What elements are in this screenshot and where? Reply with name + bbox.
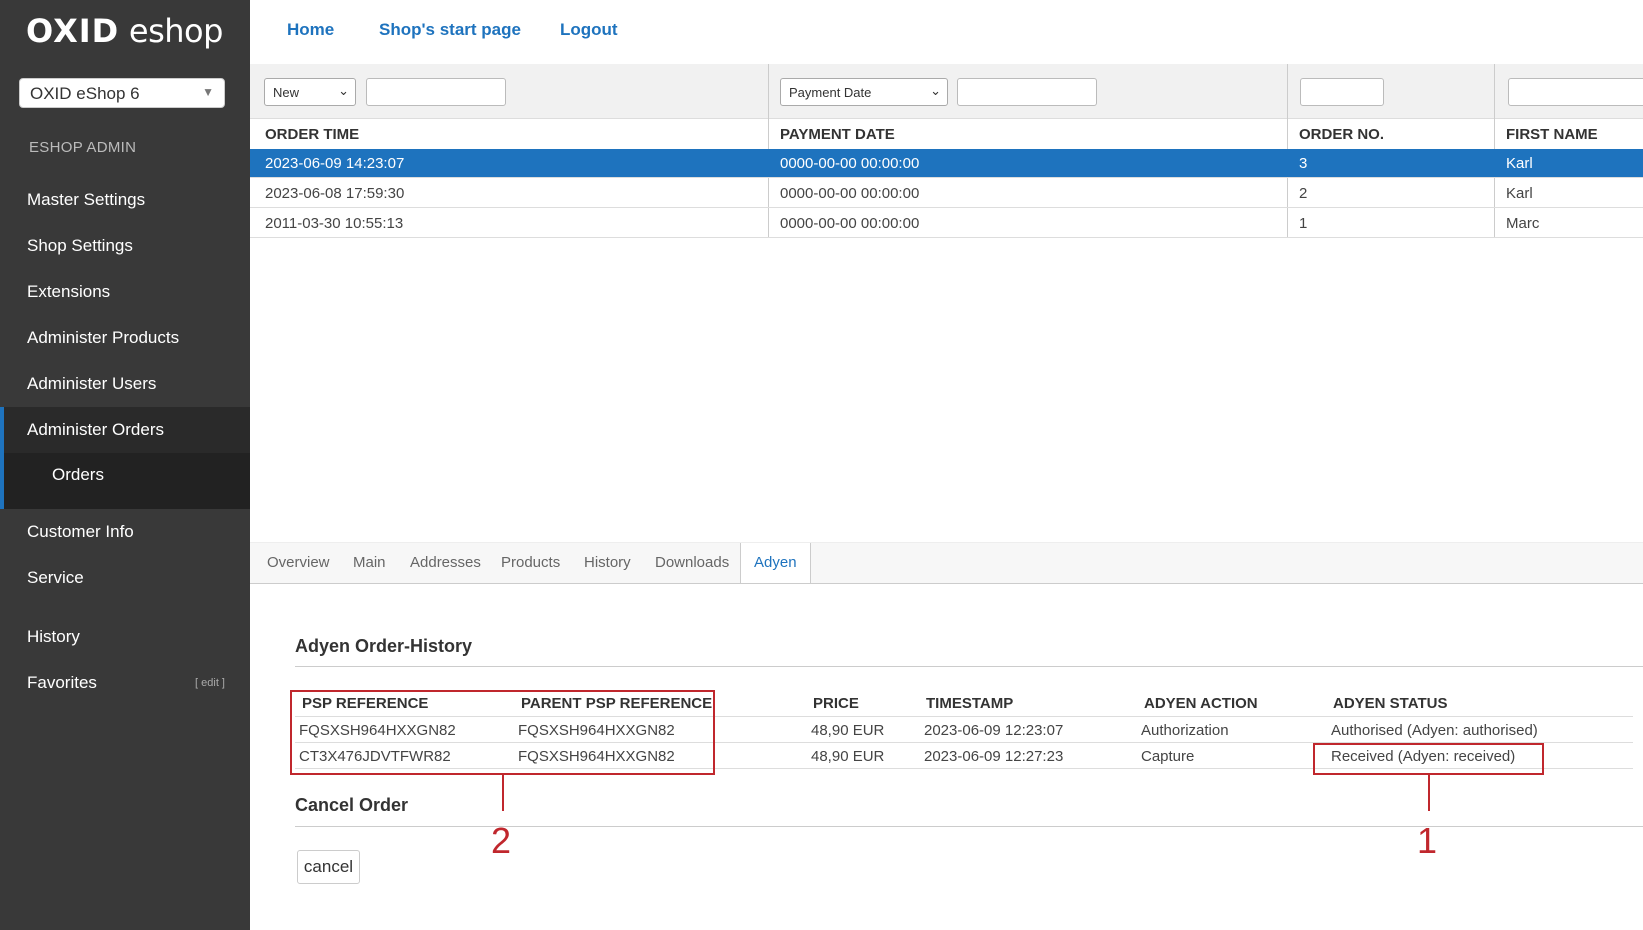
order-row[interactable]: 2011-03-30 10:55:13 0000-00-00 00:00:00 …	[250, 209, 1643, 238]
sidebar-subitem-orders[interactable]: Orders	[52, 465, 104, 485]
nav-shop-start-link[interactable]: Shop's start page	[379, 20, 521, 40]
order-time-cell: 2011-03-30 10:55:13	[265, 215, 404, 232]
cancel-button[interactable]: cancel	[297, 850, 360, 884]
favorites-edit-link[interactable]: [ edit ]	[195, 677, 225, 689]
payment-date-filter-input[interactable]	[957, 78, 1097, 106]
date-field-value: Payment Date	[789, 85, 872, 100]
order-row-selected[interactable]: 2023-06-09 14:23:07 0000-00-00 00:00:00 …	[250, 149, 1643, 178]
divider	[295, 666, 1643, 667]
adyen-status-cell: Authorised (Adyen: authorised)	[1331, 722, 1538, 739]
divider	[295, 826, 1643, 827]
price-cell: 48,90 EUR	[811, 722, 885, 739]
timestamp-cell: 2023-06-09 12:27:23	[924, 748, 1064, 765]
shop-selector[interactable]: OXID eShop 6 ▼	[19, 78, 225, 108]
annotation-box-adyen-status	[1313, 743, 1544, 775]
filter-bar: New ⌄ Payment Date ⌄	[250, 64, 1643, 119]
sidebar-item-administer-orders[interactable]: Administer Orders	[27, 420, 164, 440]
order-time-cell: 2023-06-09 14:23:07	[265, 155, 405, 172]
chevron-down-icon: ⌄	[338, 83, 349, 98]
order-no-cell: 1	[1299, 215, 1308, 232]
first-name-cell: Karl	[1506, 185, 1533, 202]
payment-date-cell: 0000-00-00 00:00:00	[780, 185, 920, 202]
adyen-action-cell: Capture	[1141, 748, 1195, 765]
chevron-down-icon: ⌄	[930, 83, 941, 98]
tab-history[interactable]: History	[584, 554, 631, 571]
order-no-cell: 3	[1299, 155, 1308, 172]
order-no-cell: 2	[1299, 185, 1308, 202]
order-time-cell: 2023-06-08 17:59:30	[265, 185, 405, 202]
price-cell: 48,90 EUR	[811, 748, 885, 765]
adyen-action-cell: Authorization	[1141, 722, 1229, 739]
column-header-order-time[interactable]: ORDER TIME	[265, 126, 359, 143]
first-name-cell: Karl	[1506, 155, 1533, 172]
annotation-line	[502, 775, 504, 811]
order-time-filter-input[interactable]	[366, 78, 506, 106]
column-header-adyen-action: ADYEN ACTION	[1144, 695, 1258, 712]
nav-home-link[interactable]: Home	[287, 20, 334, 40]
oxid-logo[interactable]: OXID eshop	[26, 12, 223, 50]
sidebar-item-administer-users[interactable]: Administer Users	[27, 374, 156, 394]
section-title: ESHOP ADMIN	[29, 139, 137, 156]
annotation-line	[1428, 775, 1430, 811]
sidebar-item-extensions[interactable]: Extensions	[27, 282, 110, 302]
nav-logout-link[interactable]: Logout	[560, 20, 618, 40]
order-row[interactable]: 2023-06-08 17:59:30 0000-00-00 00:00:00 …	[250, 179, 1643, 208]
date-field-select[interactable]: Payment Date ⌄	[780, 78, 948, 106]
sidebar-item-master-settings[interactable]: Master Settings	[27, 190, 145, 210]
order-no-filter-input[interactable]	[1300, 78, 1384, 106]
adyen-history-title: Adyen Order-History	[295, 636, 473, 656]
tab-downloads[interactable]: Downloads	[655, 554, 729, 571]
status-filter-value: New	[273, 85, 300, 100]
tab-overview[interactable]: Overview	[267, 554, 330, 571]
payment-date-cell: 0000-00-00 00:00:00	[780, 155, 920, 172]
column-header-order-no[interactable]: ORDER NO.	[1299, 126, 1384, 143]
annotation-box-psp-references	[290, 690, 715, 775]
column-header-first-name[interactable]: FIRST NAME	[1506, 126, 1598, 143]
tab-main[interactable]: Main	[353, 554, 386, 571]
timestamp-cell: 2023-06-09 12:23:07	[924, 722, 1064, 739]
sidebar-history[interactable]: History	[27, 627, 80, 647]
column-header-timestamp: TIMESTAMP	[926, 695, 1014, 712]
detail-tabs: Overview Main Addresses Products History…	[250, 542, 1643, 584]
column-header-price: PRICE	[813, 695, 859, 712]
column-header-payment-date[interactable]: PAYMENT DATE	[780, 126, 895, 143]
top-navigation: Home Shop's start page Logout	[250, 0, 1643, 65]
tab-products[interactable]: Products	[501, 554, 560, 571]
tab-adyen[interactable]: Adyen	[740, 543, 811, 583]
column-header-adyen-status: ADYEN STATUS	[1333, 695, 1448, 712]
sidebar-item-administer-products[interactable]: Administer Products	[27, 328, 179, 348]
sidebar-item-service[interactable]: Service	[27, 568, 84, 588]
shop-selector-value: OXID eShop 6	[30, 84, 140, 103]
sidebar: OXID eshop OXID eShop 6 ▼ ESHOP ADMIN Ma…	[0, 0, 250, 930]
sidebar-item-shop-settings[interactable]: Shop Settings	[27, 236, 133, 256]
dropdown-caret-icon: ▼	[202, 85, 214, 99]
sidebar-item-customer-info[interactable]: Customer Info	[27, 522, 134, 542]
payment-date-cell: 0000-00-00 00:00:00	[780, 215, 920, 232]
sidebar-favorites[interactable]: Favorites	[27, 673, 97, 693]
cancel-order-title: Cancel Order	[295, 795, 409, 815]
first-name-cell: Marc	[1506, 215, 1540, 232]
status-filter-select[interactable]: New ⌄	[264, 78, 356, 106]
tab-addresses[interactable]: Addresses	[410, 554, 481, 571]
sidebar-sub-highlight	[0, 453, 250, 509]
first-name-filter-input[interactable]	[1508, 78, 1643, 106]
